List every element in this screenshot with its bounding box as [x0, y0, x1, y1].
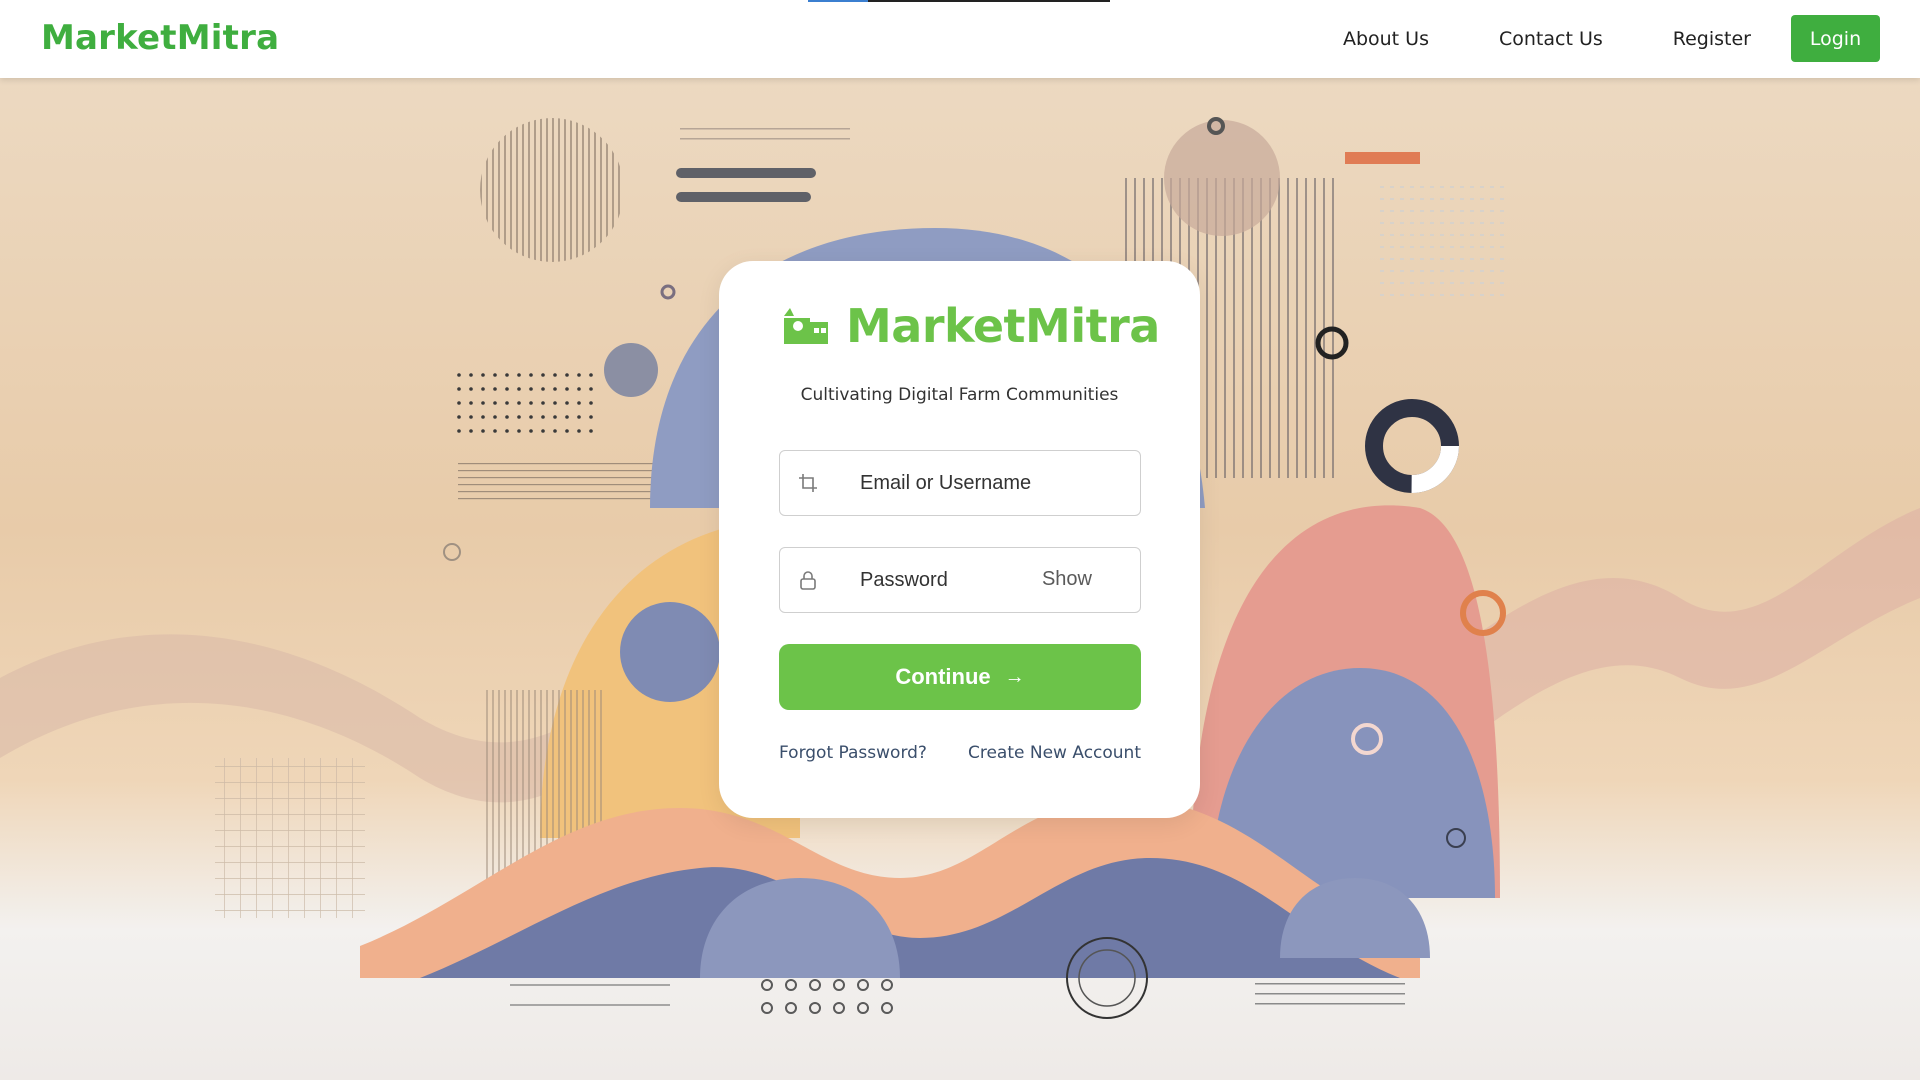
- email-field[interactable]: [779, 450, 1141, 516]
- create-account-link[interactable]: Create New Account: [968, 743, 1141, 763]
- arrow-right-icon: →: [1004, 665, 1025, 688]
- login-card: MarketMitra Cultivating Digital Farm Com…: [719, 261, 1200, 818]
- tagline: Cultivating Digital Farm Communities: [800, 385, 1119, 405]
- card-brand: MarketMitra: [782, 299, 1160, 353]
- crop-icon: [799, 474, 817, 492]
- auth-links: Forgot Password? Create New Account: [779, 743, 1141, 763]
- continue-button[interactable]: Continue →: [779, 644, 1141, 710]
- lock-icon: [800, 571, 816, 590]
- nav-contact-us[interactable]: Contact Us: [1499, 28, 1603, 50]
- nav-about-us[interactable]: About Us: [1343, 28, 1429, 50]
- email-input[interactable]: [860, 451, 1060, 515]
- farm-logo-icon: [784, 308, 828, 344]
- card-title: MarketMitra: [846, 299, 1160, 353]
- nav-menu: About Us Contact Us Register Login: [1343, 15, 1880, 62]
- continue-label: Continue: [895, 664, 991, 689]
- top-navbar: MarketMitra About Us Contact Us Register…: [0, 0, 1920, 78]
- login-button[interactable]: Login: [1791, 15, 1880, 62]
- navbar-brand[interactable]: MarketMitra: [41, 18, 279, 58]
- forgot-password-link[interactable]: Forgot Password?: [779, 743, 927, 763]
- password-field[interactable]: Show: [779, 547, 1141, 613]
- page-loading-bar: [808, 0, 1110, 2]
- show-password-button[interactable]: Show: [1042, 568, 1092, 591]
- password-input[interactable]: [860, 548, 1060, 612]
- nav-register[interactable]: Register: [1673, 28, 1751, 50]
